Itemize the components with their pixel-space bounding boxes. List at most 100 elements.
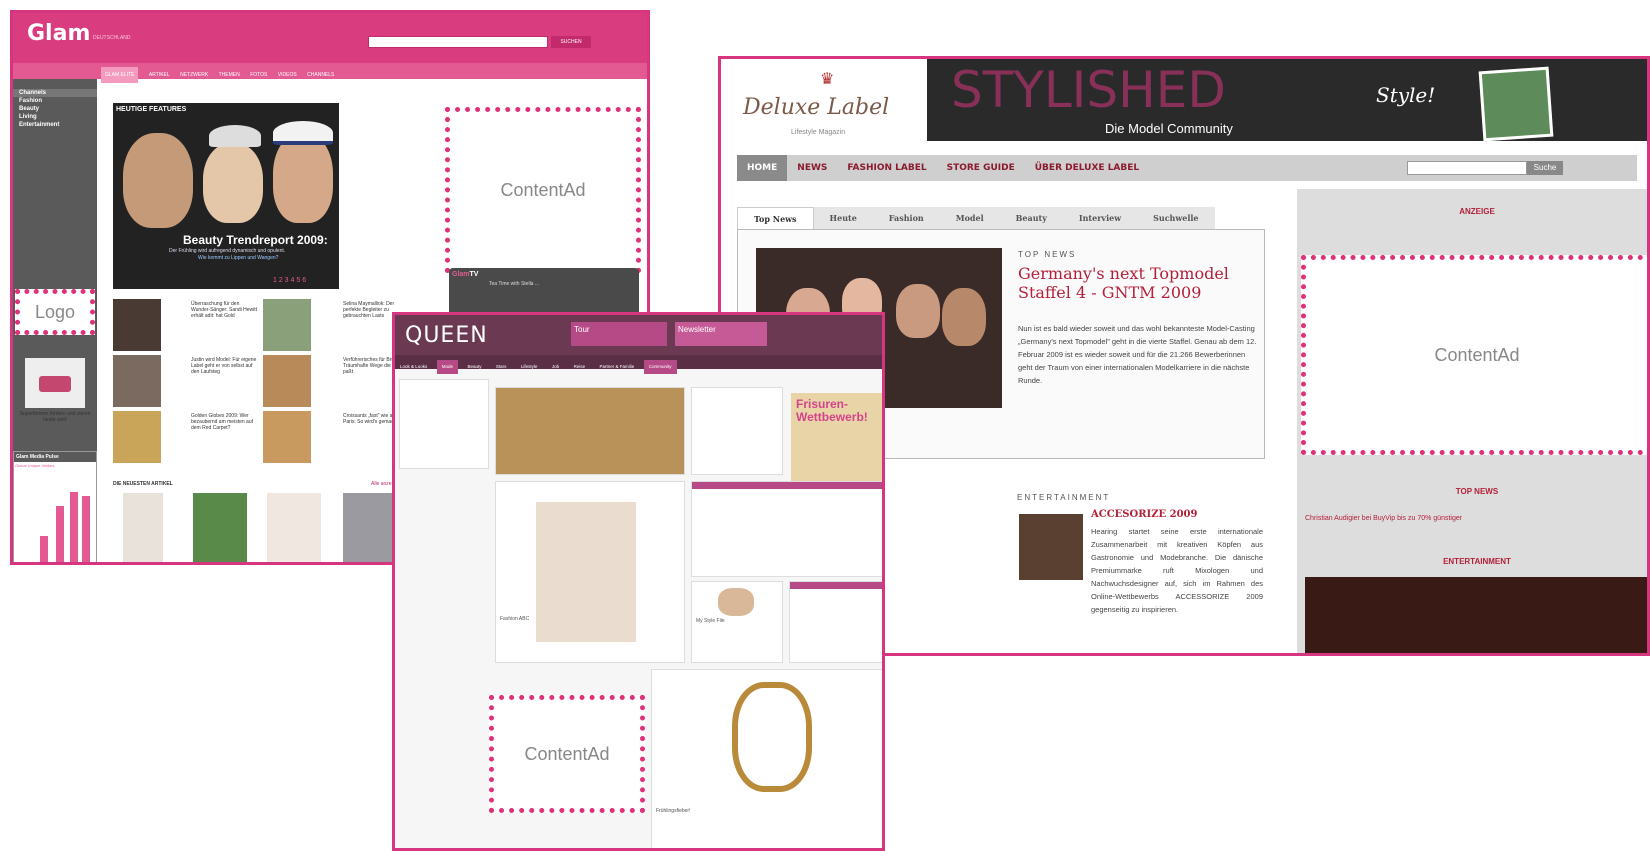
- queen-hero-image[interactable]: [495, 387, 685, 475]
- pillow-ad-text[interactable]: Superformen fördern und zieren heute wei…: [17, 411, 93, 423]
- article-thumb[interactable]: [113, 355, 161, 407]
- stylished-search-button[interactable]: Suche: [1527, 161, 1563, 175]
- glam-tv-item[interactable]: Tea Time with Stella ...: [449, 281, 639, 288]
- glam-tv-label-b: TV: [469, 271, 479, 278]
- pillow-ad-image[interactable]: [25, 358, 85, 408]
- brand-subtitle: Lifestyle Magazin: [791, 129, 846, 136]
- top-news-headline[interactable]: Germany's next Topmodel Staffel 4 - GNTM…: [1018, 264, 1258, 302]
- glam-nav-item[interactable]: CHANNELS: [307, 67, 334, 83]
- glam-sidebar-item[interactable]: Beauty: [13, 105, 97, 113]
- article-teaser[interactable]: Golden Globes 2009: Wer bezaubernd am me…: [191, 413, 259, 431]
- glam-sidebar-heading: Channels: [13, 89, 97, 97]
- queen-nav-item[interactable]: Mode: [436, 360, 458, 374]
- queen-fashion-box[interactable]: Fashion ABC: [495, 481, 685, 663]
- queen-list-box: [691, 481, 882, 577]
- queen-nav-item[interactable]: Look & Looks: [395, 360, 432, 374]
- queen-nav-item[interactable]: Job: [547, 360, 564, 374]
- glam-nav-item[interactable]: THEMEN: [219, 67, 240, 83]
- right-entertainment-image[interactable]: [1305, 577, 1647, 653]
- article-teaser[interactable]: Justin wird Model: Für eigene Label geht…: [191, 357, 259, 375]
- queen-nav-item[interactable]: Partner & Familie: [595, 360, 640, 374]
- top-news-label: TOP NEWS: [1018, 250, 1077, 259]
- tab-fashion[interactable]: Fashion: [872, 207, 940, 229]
- glam-search-button[interactable]: SUCHEN: [551, 36, 591, 48]
- nav-fashion-label[interactable]: FASHION LABEL: [837, 155, 936, 181]
- glam-search-input[interactable]: [368, 36, 548, 48]
- queen-mid-box: [691, 387, 783, 475]
- tab-top-news[interactable]: Top News: [737, 207, 814, 230]
- newest-thumb[interactable]: [193, 493, 247, 562]
- article-teaser[interactable]: Überraschung für den Wunder-Sänger: Sand…: [191, 301, 259, 319]
- queen-bottom-box[interactable]: Frühlingsfieber!: [651, 669, 882, 848]
- content-ad-slot[interactable]: ContentAd: [1301, 255, 1647, 455]
- feature-link[interactable]: Wie kommt zu Lippen und Wangen?: [198, 255, 278, 261]
- article-thumb[interactable]: [263, 355, 311, 407]
- glam-nav-item[interactable]: NETZWERK: [180, 67, 208, 83]
- newsletter-banner[interactable]: Newsletter: [675, 322, 767, 346]
- tour-banner[interactable]: Tour: [571, 322, 667, 346]
- tab-interview[interactable]: Interview: [1062, 207, 1138, 229]
- glam-nav-item[interactable]: ARTIKEL: [149, 67, 170, 83]
- article-thumb[interactable]: [113, 299, 161, 351]
- newest-thumb[interactable]: [123, 493, 163, 562]
- all-articles-link[interactable]: Alle anzei: [371, 481, 393, 487]
- queen-logo[interactable]: QUEEN: [405, 323, 488, 348]
- style-file-title: My Style File: [696, 618, 725, 624]
- stylished-search-input[interactable]: [1407, 161, 1527, 175]
- queen-nav-item[interactable]: Beauty: [462, 360, 486, 374]
- brand-logo[interactable]: Deluxe Label: [743, 95, 889, 120]
- nav-home[interactable]: HOME: [737, 155, 788, 181]
- right-top-news-link[interactable]: Christian Audigier bei BuyVip bis zu 70%…: [1305, 515, 1462, 522]
- newest-thumb[interactable]: [343, 493, 397, 562]
- glam-nav: GLAM ELITE ARTIKEL NETZWERK THEMEN FOTOS…: [13, 63, 647, 83]
- glam-nav-item[interactable]: VIDEOS: [278, 67, 297, 83]
- article-thumb[interactable]: [263, 411, 311, 463]
- content-ad-slot[interactable]: ContentAd: [445, 107, 641, 273]
- entertainment-title[interactable]: ACCESORIZE 2009: [1091, 509, 1197, 520]
- right-box-header: [790, 582, 882, 589]
- nav-about[interactable]: ÜBER DELUXE LABEL: [1025, 155, 1149, 181]
- glam-tv-label: GlamTV: [449, 268, 639, 281]
- nav-store-guide[interactable]: STORE GUIDE: [937, 155, 1025, 181]
- fashion-abc-title: Fashion ABC: [500, 616, 530, 622]
- article-thumb[interactable]: [263, 299, 311, 351]
- tab-suchwelle[interactable]: Suchwelle: [1137, 207, 1215, 229]
- entertainment-label: ENTERTAINMENT: [1017, 493, 1111, 502]
- glam-feature-slider[interactable]: HEUTIGE FEATURES Beauty Trendreport 2009…: [113, 103, 339, 289]
- media-pulse-widget: Glam Media Pulse Global Unique Visitors: [13, 451, 97, 562]
- glam-sidebar-item[interactable]: Entertainment: [13, 121, 97, 129]
- queen-nav: Look & Looks Mode Beauty Stars Lifestyle…: [395, 355, 882, 374]
- tab-beauty[interactable]: Beauty: [999, 207, 1063, 229]
- nav-news[interactable]: NEWS: [787, 155, 837, 181]
- model-shape: [536, 502, 636, 642]
- glam-logo[interactable]: Glam: [27, 21, 90, 46]
- content-ad-slot[interactable]: ContentAd: [489, 695, 645, 813]
- queen-style-box[interactable]: My Style File: [691, 581, 783, 663]
- glam-nav-item[interactable]: FOTOS: [250, 67, 267, 83]
- glam-nav-item[interactable]: GLAM ELITE: [101, 67, 139, 83]
- queen-nav-item[interactable]: Community: [643, 360, 677, 374]
- feature-image: [123, 133, 193, 228]
- news-tabs: Top News Heute Fashion Model Beauty Inte…: [737, 207, 1265, 230]
- queen-nav-item[interactable]: Reise: [569, 360, 591, 374]
- site-subtitle: Die Model Community: [1105, 121, 1233, 136]
- hat-shape: [209, 125, 261, 147]
- header-photo: [1478, 66, 1554, 142]
- tab-heute[interactable]: Heute: [813, 207, 873, 229]
- pulse-subtitle: Global Unique Visitors: [15, 463, 55, 468]
- queen-window: QUEEN Tour Newsletter Look & Looks Mode …: [392, 312, 885, 851]
- tab-model[interactable]: Model: [939, 207, 1000, 229]
- feature-title: Beauty Trendreport 2009:: [183, 233, 328, 247]
- list-box-header: [692, 482, 882, 489]
- person-shape: [942, 288, 986, 346]
- logo-ad-slot[interactable]: Logo: [15, 289, 95, 335]
- queen-nav-item[interactable]: Stars: [491, 360, 512, 374]
- article-thumb[interactable]: [113, 411, 161, 463]
- newest-thumb[interactable]: [267, 493, 321, 562]
- feature-pagination[interactable]: 1 2 3 4 5 6: [273, 277, 306, 284]
- illustration-frame: [732, 682, 812, 792]
- frisuren-ad[interactable]: Frisuren-Wettbewerb!: [791, 393, 882, 483]
- glam-sidebar-item[interactable]: Fashion: [13, 97, 97, 105]
- queen-nav-item[interactable]: Lifestyle: [516, 360, 543, 374]
- glam-sidebar-item[interactable]: Living: [13, 113, 97, 121]
